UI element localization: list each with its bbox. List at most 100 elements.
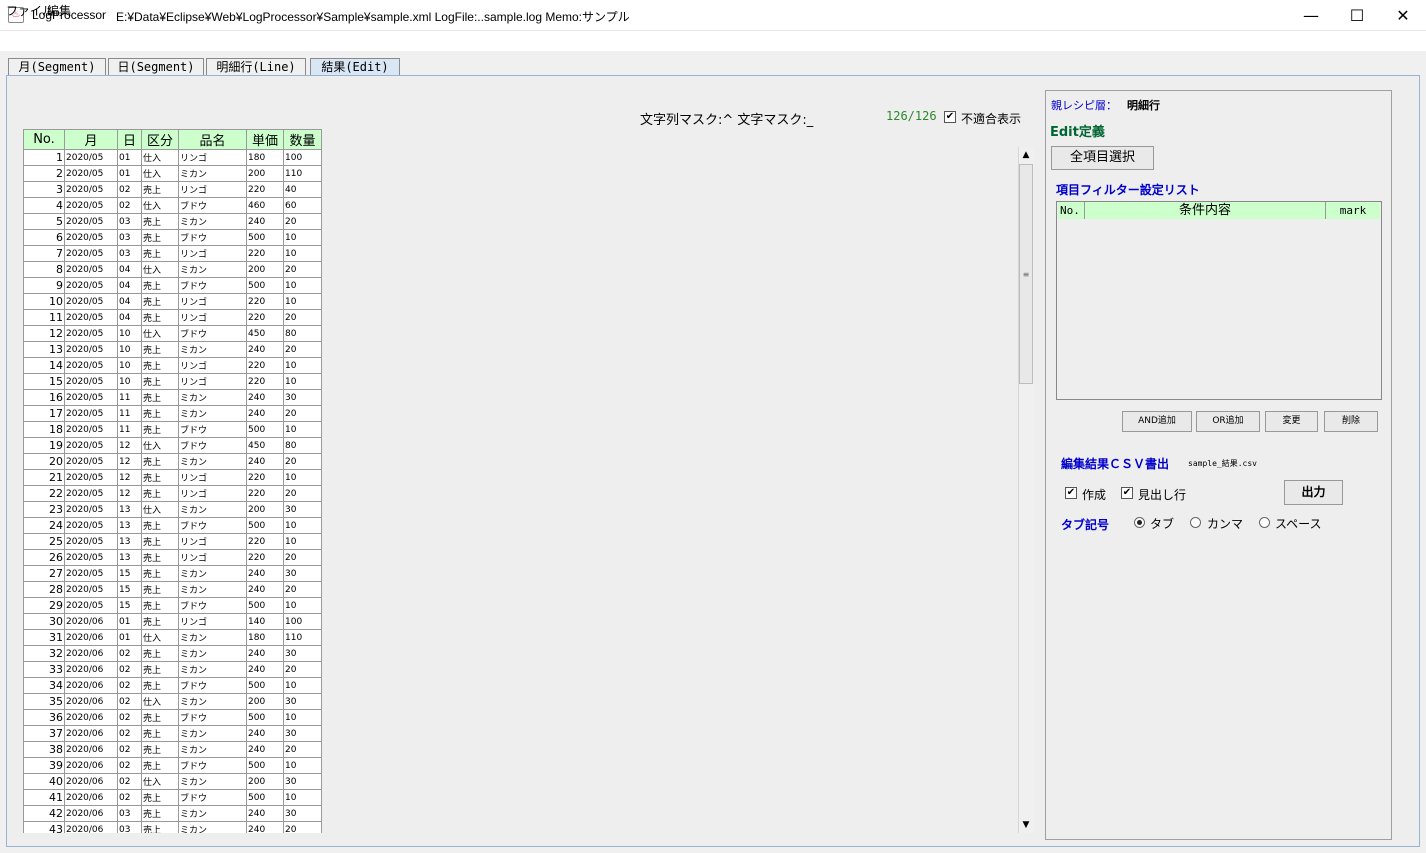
table-row[interactable]: 21 2020/05 12 売上 リンゴ 220 10 [23,469,322,486]
table-row[interactable]: 12 2020/05 10 仕入 ブドウ 450 80 [23,325,322,342]
table-cell: 10 [117,373,142,390]
column-header[interactable]: No. [23,129,65,150]
column-header[interactable]: 単価 [246,129,284,150]
table-row[interactable]: 27 2020/05 15 売上 ミカン 240 30 [23,565,322,582]
radio-tab[interactable] [1134,517,1145,528]
table-row[interactable]: 3 2020/05 02 売上 リンゴ 220 40 [23,181,322,198]
column-header[interactable]: 区分 [141,129,179,150]
table-cell: 110 [283,165,322,182]
table-row[interactable]: 5 2020/05 03 売上 ミカン 240 20 [23,213,322,230]
parent-recipe-label: 親レシピ層： [1051,99,1117,112]
close-button[interactable]: ✕ [1380,0,1426,31]
radio-comma-label: カンマ [1207,517,1244,531]
column-header[interactable]: 数量 [283,129,322,150]
table-row[interactable]: 24 2020/05 13 売上 ブドウ 500 10 [23,517,322,534]
table-cell: 03 [117,229,142,246]
table-row[interactable]: 23 2020/05 13 仕入 ミカン 200 30 [23,501,322,518]
table-row[interactable]: 16 2020/05 11 売上 ミカン 240 30 [23,389,322,406]
table-row[interactable]: 41 2020/06 02 売上 ブドウ 500 10 [23,789,322,806]
table-row[interactable]: 4 2020/05 02 仕入 ブドウ 460 60 [23,197,322,214]
minimize-button[interactable]: — [1288,0,1334,31]
radio-space[interactable] [1259,517,1270,528]
table-cell: ミカン [178,725,247,742]
table-row[interactable]: 10 2020/05 04 売上 リンゴ 220 10 [23,293,322,310]
table-cell: 10 [117,325,142,342]
table-row[interactable]: 35 2020/06 02 仕入 ミカン 200 30 [23,693,322,710]
table-row[interactable]: 6 2020/05 03 売上 ブドウ 500 10 [23,229,322,246]
scroll-up-arrow-icon[interactable]: ▲ [1018,147,1034,163]
mismatch-label: 不適合表示 [961,112,1022,126]
tab-detail-line[interactable]: 明細行(Line) [206,58,306,76]
table-row[interactable]: 43 2020/06 03 売上 ミカン 240 20 [23,821,322,833]
table-cell: 26 [23,549,65,566]
table-row[interactable]: 7 2020/05 03 売上 リンゴ 220 10 [23,245,322,262]
table-row[interactable]: 18 2020/05 11 売上 ブドウ 500 10 [23,421,322,438]
table-row[interactable]: 38 2020/06 02 売上 ミカン 240 20 [23,741,322,758]
table-row[interactable]: 17 2020/05 11 売上 ミカン 240 20 [23,405,322,422]
menu-edit[interactable]: 編集 [47,2,71,19]
table-row[interactable]: 40 2020/06 02 仕入 ミカン 200 30 [23,773,322,790]
or-add-button[interactable]: OR追加 [1196,411,1260,432]
table-row[interactable]: 30 2020/06 01 売上 リンゴ 140 100 [23,613,322,630]
table-row[interactable]: 1 2020/05 01 仕入 リンゴ 180 100 [23,149,322,166]
delimiter-label: タブ記号 [1061,518,1110,532]
table-cell: ミカン [178,741,247,758]
table-row[interactable]: 34 2020/06 02 売上 ブドウ 500 10 [23,677,322,694]
table-row[interactable]: 26 2020/05 13 売上 リンゴ 220 20 [23,549,322,566]
table-row[interactable]: 42 2020/06 03 売上 ミカン 240 30 [23,805,322,822]
table-row[interactable]: 2 2020/05 01 仕入 ミカン 200 110 [23,165,322,182]
table-cell: ミカン [178,261,247,278]
table-cell: 20 [283,549,322,566]
filter-list[interactable] [1056,201,1382,400]
column-header[interactable]: 品名 [178,129,247,150]
table-cell: 2020/06 [64,645,118,662]
change-button[interactable]: 変更 [1265,411,1318,432]
output-button[interactable]: 出力 [1284,480,1343,505]
table-row[interactable]: 22 2020/05 12 売上 リンゴ 220 20 [23,485,322,502]
table-cell: 2020/06 [64,677,118,694]
table-row[interactable]: 36 2020/06 02 売上 ブドウ 500 10 [23,709,322,726]
table-row[interactable]: 33 2020/06 02 売上 ミカン 240 20 [23,661,322,678]
table-cell: 20 [283,213,322,230]
table-row[interactable]: 8 2020/05 04 仕入 ミカン 200 20 [23,261,322,278]
tab-result-edit[interactable]: 結果(Edit) [310,58,400,76]
table-row[interactable]: 13 2020/05 10 売上 ミカン 240 20 [23,341,322,358]
table-row[interactable]: 25 2020/05 13 売上 リンゴ 220 10 [23,533,322,550]
scroll-down-arrow-icon[interactable]: ▼ [1018,817,1034,833]
column-header[interactable]: 月 [64,129,118,150]
delete-button[interactable]: 削除 [1324,411,1378,432]
header-row-checkbox[interactable]: ✔ [1121,487,1133,499]
table-row[interactable]: 9 2020/05 04 売上 ブドウ 500 10 [23,277,322,294]
table-row[interactable]: 39 2020/06 02 売上 ブドウ 500 10 [23,757,322,774]
table-row[interactable]: 19 2020/05 12 仕入 ブドウ 450 80 [23,437,322,454]
scroll-thumb[interactable]: ≡ [1019,164,1033,384]
table-row[interactable]: 14 2020/05 10 売上 リンゴ 220 10 [23,357,322,374]
table-row[interactable]: 31 2020/06 01 仕入 ミカン 180 110 [23,629,322,646]
radio-comma[interactable] [1190,517,1201,528]
tab-day-segment[interactable]: 日(Segment) [108,58,204,76]
table-row[interactable]: 20 2020/05 12 売上 ミカン 240 20 [23,453,322,470]
table-cell: リンゴ [178,149,247,166]
table-cell: 13 [117,501,142,518]
table-row[interactable]: 29 2020/05 15 売上 ブドウ 500 10 [23,597,322,614]
radio-space-label: スペース [1275,517,1322,531]
table-cell: ミカン [178,405,247,422]
table-row[interactable]: 28 2020/05 15 売上 ミカン 240 20 [23,581,322,598]
mismatch-checkbox[interactable]: ✔ [944,111,956,123]
and-add-button[interactable]: AND追加 [1122,411,1192,432]
table-row[interactable]: 15 2020/05 10 売上 リンゴ 220 10 [23,373,322,390]
table-cell: 2020/05 [64,389,118,406]
table-row[interactable]: 11 2020/05 04 売上 リンゴ 220 20 [23,309,322,326]
table-cell: 180 [246,629,284,646]
table-cell: 13 [23,341,65,358]
table-cell: 10 [117,357,142,374]
create-checkbox[interactable]: ✔ [1065,487,1077,499]
table-cell: 仕入 [141,629,179,646]
table-row[interactable]: 37 2020/06 02 売上 ミカン 240 30 [23,725,322,742]
select-all-button[interactable]: 全項目選択 [1051,146,1154,170]
maximize-button[interactable]: ☐ [1334,0,1380,31]
filter-col-no: No. [1058,202,1085,219]
column-header[interactable]: 日 [117,129,142,150]
tab-month-segment[interactable]: 月(Segment) [8,58,106,76]
table-row[interactable]: 32 2020/06 02 売上 ミカン 240 30 [23,645,322,662]
